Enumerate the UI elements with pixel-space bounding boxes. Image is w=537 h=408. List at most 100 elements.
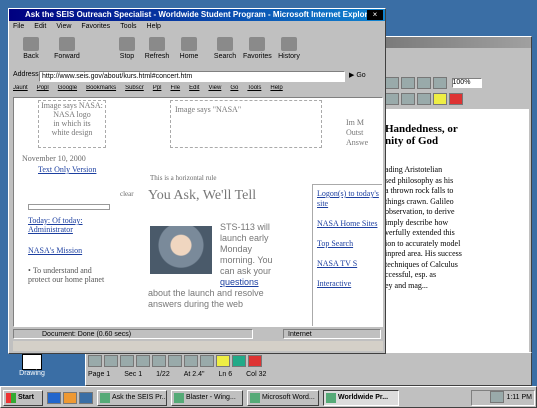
menu-item-edit[interactable]: Edit [34,23,46,30]
body-line: Monday [220,244,253,254]
address-bar: Address http://www.seis.gov/about/kurs.h… [13,71,381,83]
font-color-icon[interactable] [449,93,463,105]
links-item-2[interactable]: Google [58,85,77,91]
home-label: Home [179,53,199,60]
address-input[interactable]: http://www.seis.gov/about/kurs.html#conc… [39,71,345,82]
right-alt-box: Im M Outst Answe [346,118,382,158]
ie-hscroll[interactable] [13,341,383,351]
spell-icon[interactable] [417,77,431,89]
links-item-7[interactable]: Edit [189,85,199,91]
word-document[interactable]: Handedness, or nity of God ading Aristot… [385,109,529,355]
astronaut-photo [150,226,212,274]
right-col-link-1[interactable]: NASA Home Sites [317,219,380,229]
line-icon[interactable] [136,355,150,367]
text-color-icon[interactable] [248,355,262,367]
refresh-button[interactable]: Refresh [143,35,171,67]
word-titlebar[interactable] [383,37,531,48]
ie-quicklaunch-icon[interactable] [47,392,61,404]
stop-button[interactable]: Stop [113,35,141,67]
right-col-link-3[interactable]: NASA TV S [317,259,380,269]
align-left-icon[interactable] [385,93,399,105]
text-only-link[interactable]: Text Only Version [38,165,96,174]
links-item-5[interactable]: Ppl [153,85,162,91]
arrow-icon[interactable] [152,355,166,367]
desktop-quicklaunch-icon[interactable] [79,392,93,404]
taskbar-button-1[interactable]: Blaster - Wing... [171,390,243,406]
oval-icon[interactable] [184,355,198,367]
start-button[interactable]: Start [3,390,43,406]
links-item-9[interactable]: Go [230,85,238,91]
menu-item-favorites[interactable]: Favorites [81,23,110,30]
sidebar-link-mission[interactable]: NASA's Mission [28,246,82,255]
menu-item-help[interactable]: Help [147,23,161,30]
back-button[interactable]: Back [17,35,45,67]
favorites-button[interactable]: Favorites [243,35,272,67]
main-heading: You Ask, We'll Tell [148,188,257,203]
right-alt-line: Outst [346,128,364,137]
body-line: answers during the web [148,299,244,309]
go-button[interactable]: ▶ Go [349,71,366,79]
banner-alt-box: Image says "NASA" [170,100,322,148]
table-icon[interactable] [433,77,447,89]
links-item-4[interactable]: Subscr [125,85,144,91]
search-button[interactable]: Search [211,35,239,67]
home-button[interactable]: Home [175,35,203,67]
sidebar-link-administrator[interactable]: Today: Of today: Administrator [28,216,108,234]
autoshapes-icon[interactable] [120,355,134,367]
doc-body: ading Aristotelian sed philosophy as his a… [385,165,529,291]
hrule-note: This is a horizontal rule [150,174,217,182]
back-label: Back [23,53,39,60]
fill-color-icon[interactable] [216,355,230,367]
word-status-3: At 2.4" [183,371,205,378]
history-button[interactable]: History [275,35,303,67]
line-color-icon[interactable] [232,355,246,367]
links-item-0[interactable]: Jaunt [13,85,28,91]
desktop-icon-drawing[interactable]: Drawing [14,354,50,377]
draw-icon[interactable] [88,355,102,367]
outlook-quicklaunch-icon[interactable] [63,392,77,404]
right-col-link-2[interactable]: Top Search [317,239,380,249]
app-icon [326,393,336,403]
links-item-8[interactable]: View [208,85,221,91]
word-status-5: Col 32 [246,371,267,378]
align-center-icon[interactable] [401,93,415,105]
highlight-icon[interactable] [433,93,447,105]
right-alt-line: Answe [346,138,369,147]
taskbar-button-0[interactable]: Ask the SEIS Pr... [97,390,167,406]
drawing-icon [22,354,42,370]
ie-statusbar: Document: Done (0.60 secs) Internet [13,329,383,339]
body-line: about the launch and resolve [148,288,264,298]
menu-item-view[interactable]: View [56,23,71,30]
right-col-link-4[interactable]: Interactive [317,279,380,289]
taskbar-button-3[interactable]: Worldwide Pr... [323,390,399,406]
ie-titlebar[interactable]: Ask the SEIS Outreach Specialist - World… [9,9,385,21]
right-col-link-0[interactable]: Logon(s) to today's site [317,189,380,209]
forward-button[interactable]: Forward [53,35,81,67]
doc-line: sed philosophy as his [385,175,454,185]
links-item-1[interactable]: Popl [37,85,49,91]
rectangle-icon[interactable] [168,355,182,367]
links-item-11[interactable]: Help [270,85,282,91]
links-item-3[interactable]: Bookmarks [86,85,116,91]
doc-line: imply describe how [385,217,449,227]
links-item-6[interactable]: File [170,85,180,91]
taskbar-button-2[interactable]: Microsoft Word... [247,390,319,406]
volume-icon[interactable] [490,391,505,404]
pointer-icon[interactable] [104,355,118,367]
menu-item-tools[interactable]: Tools [120,23,136,30]
ie-window: Ask the SEIS Outreach Specialist - World… [8,8,386,354]
alt-line: NASA logo [53,110,91,119]
print-icon[interactable] [401,77,415,89]
save-icon[interactable] [385,77,399,89]
doc-line: a thrown rock falls to [385,186,454,195]
textbox-icon[interactable] [200,355,214,367]
ie-close-button[interactable]: × [367,10,383,20]
alt-line: Image says NASA: [41,101,103,110]
favorites-icon [249,37,265,51]
menu-item-file[interactable]: File [13,23,24,30]
questions-link[interactable]: questions [220,277,306,288]
bullets-icon[interactable] [417,93,431,105]
body-line: launch early [220,233,269,243]
links-item-10[interactable]: Tools [247,85,261,91]
zoom-select[interactable]: 100% [451,78,482,88]
